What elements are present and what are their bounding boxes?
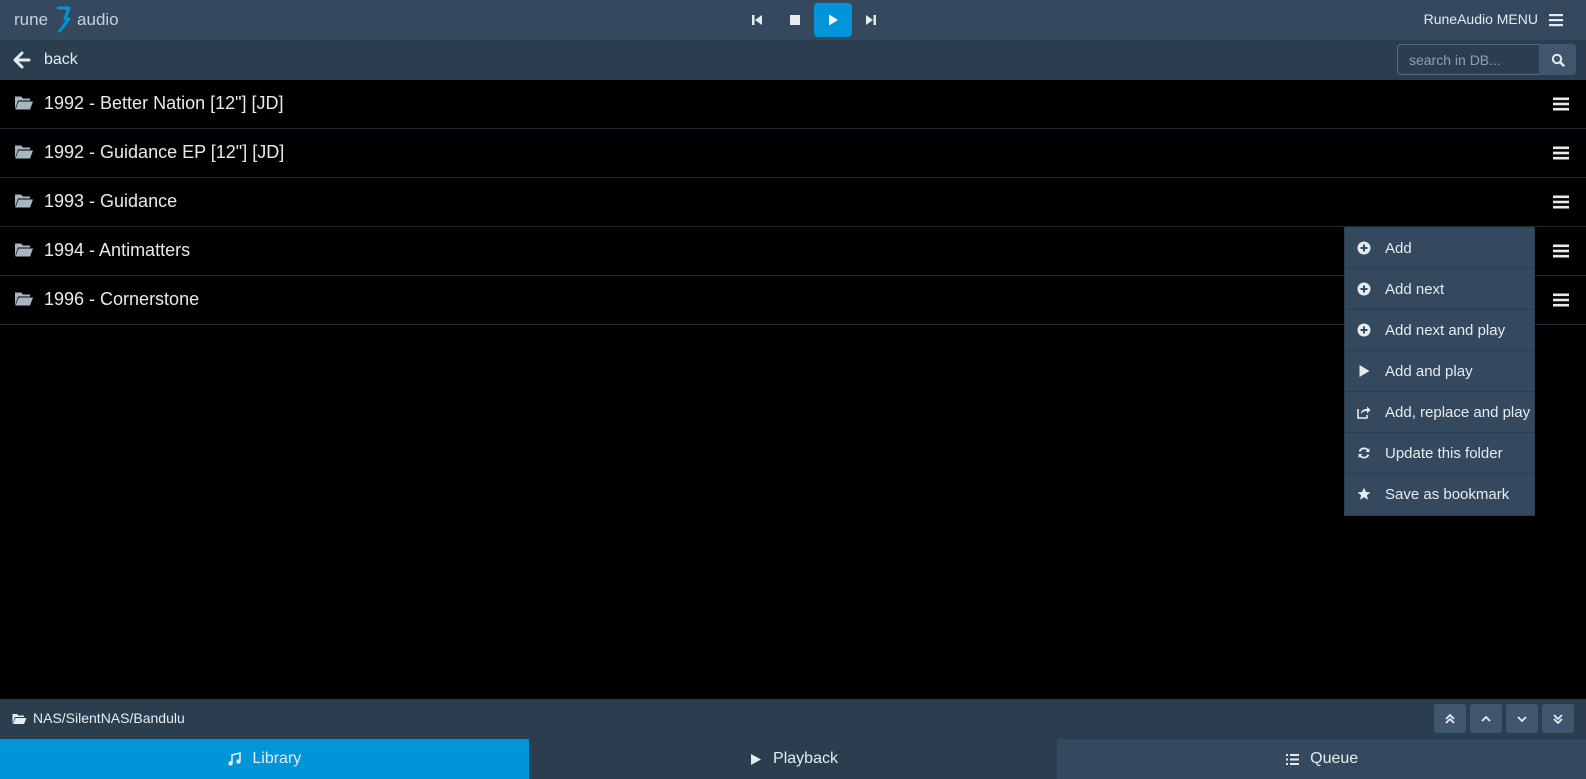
menu-item-add-and-play[interactable]: Add and play [1345, 351, 1534, 392]
top-bar: rune audio RuneAudio MENU [0, 0, 1586, 40]
row-menu-icon[interactable] [1553, 195, 1569, 209]
row-menu-icon[interactable] [1553, 244, 1569, 258]
app-logo[interactable]: rune audio [14, 4, 119, 36]
current-path: NAS/SilentNAS/Bandulu [33, 710, 185, 726]
transport-controls [738, 2, 890, 38]
chevron-up-icon [1481, 715, 1491, 722]
tab-library[interactable]: Library [0, 739, 529, 779]
search-icon [1551, 53, 1565, 67]
row-menu-icon[interactable] [1553, 97, 1569, 111]
tab-library-label: Library [252, 750, 302, 767]
rune-logo-icon [57, 6, 71, 33]
scroll-bottom-button[interactable] [1542, 704, 1574, 733]
scroll-up-button[interactable] [1470, 704, 1502, 733]
tab-queue[interactable]: Queue [1057, 739, 1586, 779]
scroll-controls [1434, 704, 1574, 733]
tab-queue-label: Queue [1310, 750, 1359, 767]
menu-item-add[interactable]: Add [1345, 228, 1534, 269]
tab-playback-label: Playback [773, 750, 838, 767]
back-button[interactable]: back [44, 51, 78, 69]
play-icon [751, 753, 762, 765]
tab-playback[interactable]: Playback [528, 739, 1058, 779]
menu-item-save-as-bookmark[interactable]: Save as bookmark [1345, 474, 1534, 515]
next-icon [866, 15, 876, 25]
previous-button[interactable] [738, 3, 776, 37]
menu-item-label: Save as bookmark [1385, 486, 1510, 503]
hamburger-menu-icon[interactable] [1548, 12, 1564, 28]
main-menu-label[interactable]: RuneAudio MENU [1424, 11, 1538, 27]
menu-item-label: Add, replace and play [1385, 404, 1531, 421]
refresh-icon [1358, 447, 1370, 459]
play-icon [829, 14, 838, 26]
menu-item-label: Add next [1385, 281, 1445, 298]
menu-item-update-this-folder[interactable]: Update this folder [1345, 433, 1534, 474]
chevron-down-icon [1517, 715, 1527, 722]
path-bar: NAS/SilentNAS/Bandulu [0, 699, 1586, 739]
stop-icon [790, 15, 800, 25]
share-icon [1357, 406, 1371, 419]
menu-item-label: Add and play [1385, 363, 1473, 380]
folder-title: 1996 - Cornerstone [44, 289, 200, 309]
folder-open-icon [15, 145, 33, 159]
play-button[interactable] [814, 3, 852, 37]
folder-open-icon [15, 194, 33, 208]
menu-item-label: Add [1385, 240, 1412, 257]
scroll-top-button[interactable] [1434, 704, 1466, 733]
plus-circle-icon [1357, 282, 1371, 296]
row-menu-icon[interactable] [1553, 293, 1569, 307]
context-menu: Add Add next Add next and play Add and play… [1344, 227, 1535, 516]
play-icon [1359, 365, 1370, 377]
menu-item-label: Update this folder [1385, 445, 1503, 462]
double-chevron-down-icon [1553, 713, 1563, 724]
search-input[interactable] [1397, 44, 1540, 75]
folder-row[interactable]: 1993 - Guidance [0, 178, 1586, 227]
folder-open-icon [12, 714, 27, 724]
star-icon [1357, 487, 1371, 500]
folder-title: 1992 - Better Nation [12"] [JD] [44, 93, 284, 113]
menu-item-add-next[interactable]: Add next [1345, 269, 1534, 310]
search-button[interactable] [1539, 44, 1576, 75]
arrow-left-icon[interactable] [13, 51, 31, 69]
menu-item-label: Add next and play [1385, 322, 1506, 339]
folder-title: 1993 - Guidance [44, 191, 178, 211]
navigation-bar: back [0, 40, 1586, 80]
list-icon [1286, 753, 1300, 765]
logo-text-audio: audio [77, 10, 119, 29]
plus-circle-icon [1357, 241, 1371, 255]
bottom-tabs: Library Playback Queue [0, 739, 1586, 779]
stop-button[interactable] [776, 3, 814, 37]
plus-circle-icon [1357, 323, 1371, 337]
next-button[interactable] [852, 3, 890, 37]
row-menu-icon[interactable] [1553, 146, 1569, 160]
menu-item-add-next-and-play[interactable]: Add next and play [1345, 310, 1534, 351]
folder-title: 1992 - Guidance EP [12"] [JD] [44, 142, 285, 162]
folder-row[interactable]: 1992 - Guidance EP [12"] [JD] [0, 129, 1586, 178]
logo-text-rune: rune [14, 10, 49, 29]
folder-open-icon [15, 96, 33, 110]
double-chevron-up-icon [1445, 713, 1455, 724]
folder-open-icon [15, 292, 33, 306]
music-icon [228, 751, 242, 766]
folder-title: 1994 - Antimatters [44, 240, 191, 260]
folder-row[interactable]: 1992 - Better Nation [12"] [JD] [0, 80, 1586, 129]
previous-icon [752, 15, 762, 25]
folder-open-icon [15, 243, 33, 257]
menu-item-add-replace-and-play[interactable]: Add, replace and play [1345, 392, 1534, 433]
scroll-down-button[interactable] [1506, 704, 1538, 733]
